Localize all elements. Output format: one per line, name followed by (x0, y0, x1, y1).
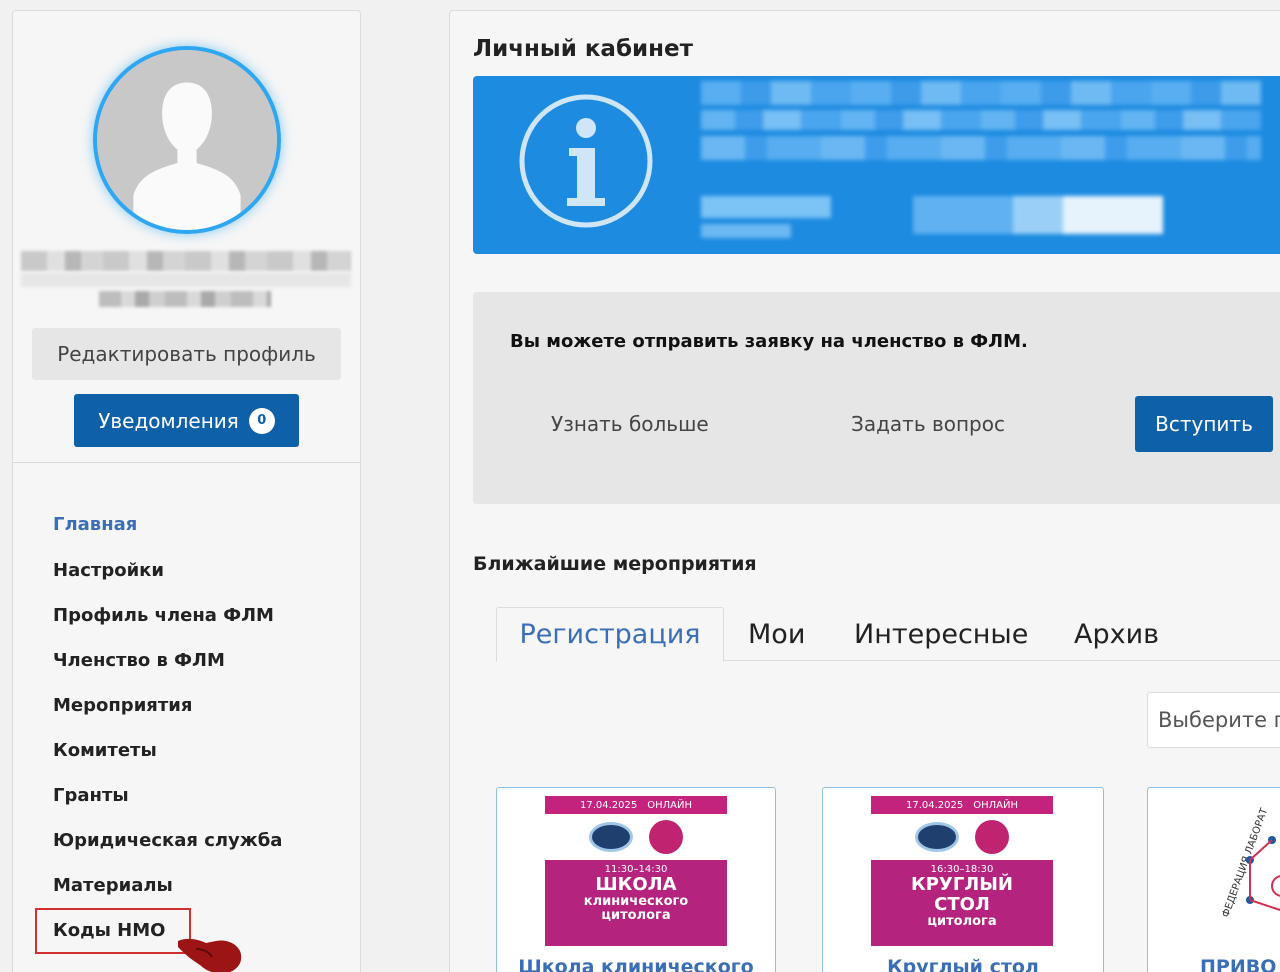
membership-box: Вы можете отправить заявку на членство в… (473, 292, 1280, 504)
sidebar-divider (13, 462, 360, 463)
poster-date-bar: 17.04.2025 ОНЛАЙН (545, 796, 727, 814)
user-silhouette-icon (97, 50, 277, 230)
join-button-label: Вступить (1155, 412, 1253, 436)
info-banner (473, 76, 1280, 254)
tab-archive[interactable]: Архив (1074, 607, 1159, 661)
events-tabs: Регистрация Мои Интересные Архив (496, 607, 1280, 662)
avatar[interactable] (93, 46, 281, 234)
cell-logo-icon (975, 820, 1009, 854)
nav-item-legal-service[interactable]: Юридическая служба (53, 830, 282, 851)
nav-item-materials[interactable]: Материалы (53, 875, 173, 896)
notifications-label: Уведомления (98, 408, 239, 433)
event-card[interactable]: 17.04.2025 ОНЛАЙН 16:30–18:30 КРУГЛЫЙ СТ… (822, 787, 1104, 972)
page-title: Личный кабинет (473, 36, 693, 62)
poster-heading-1: КРУГЛЫЙ (911, 874, 1013, 895)
poster-date: 17.04.2025 (579, 799, 638, 811)
info-text-redacted-3 (701, 136, 1261, 160)
user-detail-redacted (99, 291, 271, 307)
info-text-redacted-4 (701, 196, 831, 218)
poster-body: 16:30–18:30 КРУГЛЫЙ СТОЛ цитолога (871, 860, 1053, 946)
poster-logos (871, 814, 1053, 860)
tab-registration[interactable]: Регистрация (496, 607, 724, 662)
poster-logos (545, 814, 727, 860)
event-card-title[interactable]: Круглый стол (823, 956, 1103, 972)
event-card-title[interactable]: Школа клинического (497, 956, 775, 972)
notifications-count-badge: 0 (248, 407, 275, 434)
profile-sidebar: Редактировать профиль Уведомления 0 Глав… (12, 10, 361, 972)
nav-item-events[interactable]: Мероприятия (53, 695, 192, 716)
event-card-title[interactable]: ПРИВО (1148, 956, 1280, 972)
poster-heading-2: СТОЛ (934, 894, 990, 915)
user-name-redacted (21, 251, 351, 271)
event-poster: 17.04.2025 ОНЛАЙН 11:30–14:30 ШКОЛА клин… (545, 796, 727, 946)
poster-date-bar: 17.04.2025 ОНЛАЙН (871, 796, 1053, 814)
personal-cabinet-page: Редактировать профиль Уведомления 0 Глав… (0, 0, 1280, 972)
poster-subheading: цитолога (927, 914, 997, 929)
poster-date: 17.04.2025 (905, 799, 964, 811)
user-name-redacted-line (21, 273, 351, 287)
info-button-redacted (913, 196, 1163, 234)
nav-item-main[interactable]: Главная (53, 514, 137, 535)
info-text-redacted-1 (701, 81, 1261, 105)
nav-item-member-profile[interactable]: Профиль члена ФЛМ (53, 605, 274, 626)
tab-interesting[interactable]: Интересные (854, 607, 1028, 661)
nav-item-membership[interactable]: Членство в ФЛМ (53, 650, 225, 671)
info-text-redacted-5 (701, 224, 791, 238)
events-title: Ближайшие мероприятия (473, 553, 757, 575)
info-icon (519, 94, 653, 228)
nmo-codes-highlight-frame (35, 908, 191, 954)
event-poster: 17.04.2025 ОНЛАЙН 16:30–18:30 КРУГЛЫЙ СТ… (871, 796, 1053, 946)
main-panel: Личный кабинет Вы можете отправить заявк… (449, 10, 1280, 972)
event-filter-select[interactable]: Выберите г (1147, 692, 1280, 748)
poster-format: ОНЛАЙН (647, 799, 693, 811)
poster-format: ОНЛАЙН (973, 799, 1019, 811)
learn-more-link[interactable]: Узнать больше (551, 412, 709, 436)
microscope-logo-icon (589, 822, 633, 852)
edit-profile-button[interactable]: Редактировать профиль (32, 328, 341, 380)
membership-text: Вы можете отправить заявку на членство в… (510, 331, 1028, 352)
microscope-logo-icon (915, 822, 959, 852)
poster-subheading-2: цитолога (601, 908, 671, 923)
edit-profile-label: Редактировать профиль (57, 342, 316, 366)
tab-mine[interactable]: Мои (748, 607, 805, 661)
pointing-hand-icon (178, 938, 242, 972)
poster-subheading-1: клинического (583, 894, 689, 909)
poster-heading: ШКОЛА (595, 874, 677, 895)
cell-logo-icon (649, 820, 683, 854)
notifications-button[interactable]: Уведомления 0 (74, 394, 299, 447)
federation-logo-icon: ФЕДЕРАЦИЯ ЛАБОРАТ (1220, 806, 1280, 932)
event-card[interactable]: 17.04.2025 ОНЛАЙН 11:30–14:30 ШКОЛА клин… (496, 787, 776, 972)
info-text-redacted-2 (701, 110, 1261, 130)
poster-body: 11:30–14:30 ШКОЛА клинического цитолога (545, 860, 727, 946)
event-card[interactable]: ФЕДЕРАЦИЯ ЛАБОРАТ ПРИВО (1147, 787, 1280, 972)
nav-item-grants[interactable]: Гранты (53, 785, 129, 806)
join-button[interactable]: Вступить (1135, 396, 1273, 452)
nav-item-committees[interactable]: Комитеты (53, 740, 157, 761)
ask-question-link[interactable]: Задать вопрос (851, 412, 1005, 436)
nav-item-settings[interactable]: Настройки (53, 560, 164, 581)
